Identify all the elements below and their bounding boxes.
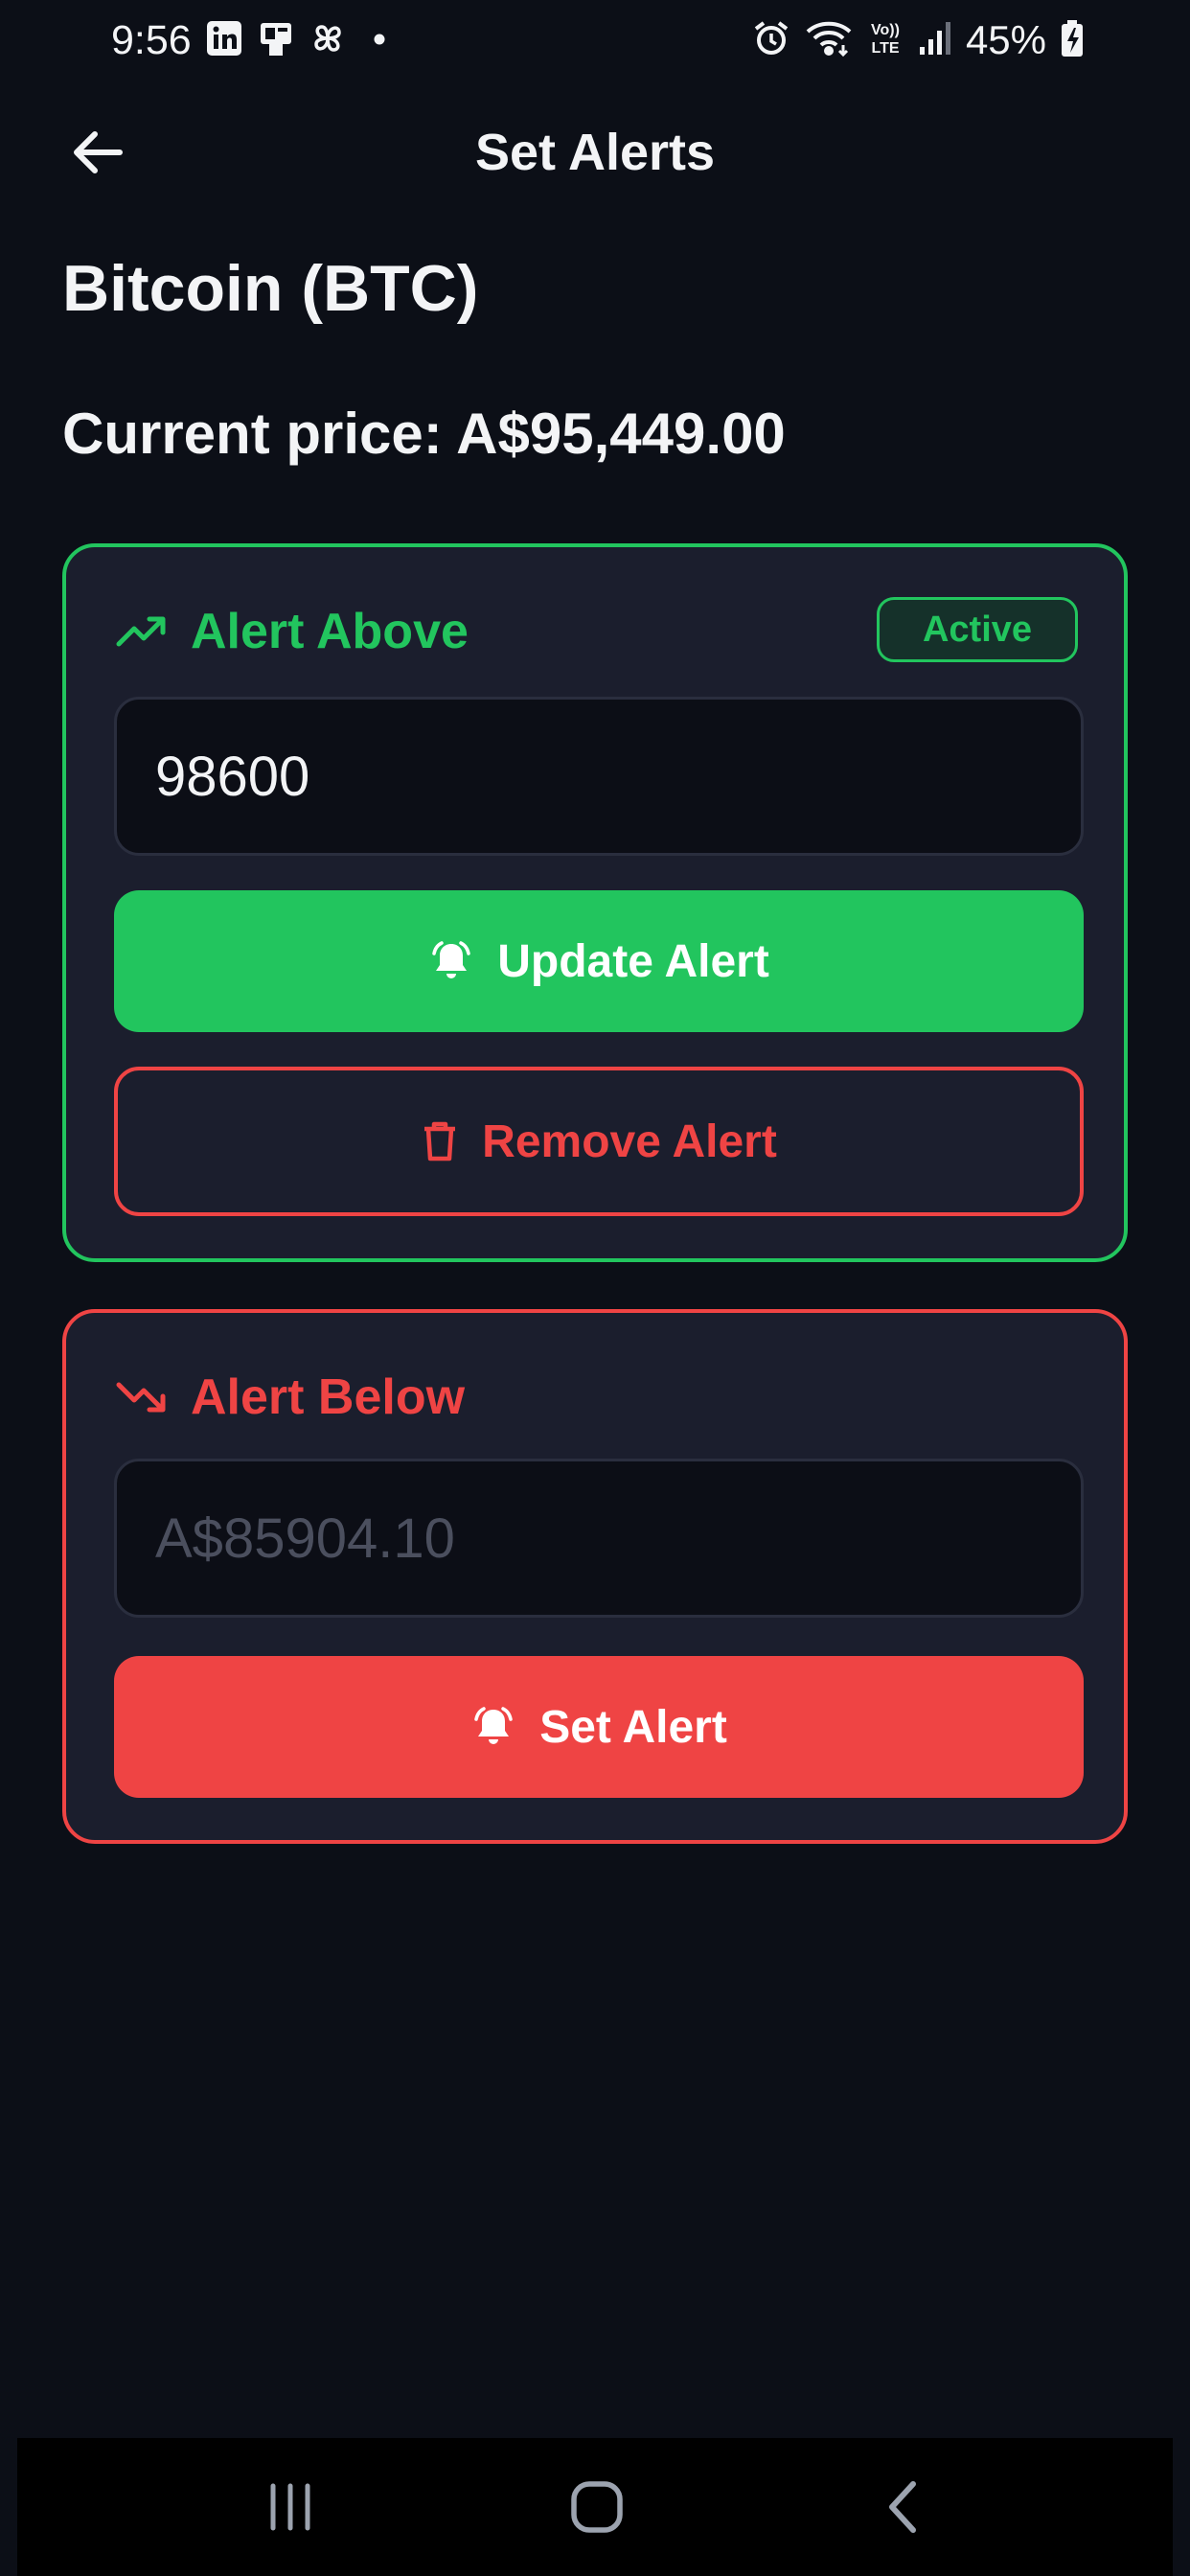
bell-icon [432, 941, 470, 978]
update-alert-button[interactable]: Update Alert [114, 890, 1084, 1032]
back-icon [889, 2481, 916, 2533]
sim-app-icon [257, 19, 295, 62]
signal-icon [918, 18, 952, 63]
alert-above-card: Alert Above Active Update Alert Remove A… [62, 543, 1128, 1262]
status-icons-left [205, 19, 399, 62]
alert-below-input[interactable] [114, 1459, 1084, 1618]
status-icons-right: Vo)) LTE 45% [751, 17, 1085, 63]
remove-alert-button[interactable]: Remove Alert [114, 1067, 1084, 1216]
bell-icon [474, 1707, 513, 1744]
trending-up-icon [116, 616, 166, 647]
dot-icon [360, 19, 399, 62]
battery-percent: 45% [965, 17, 1046, 62]
asset-name: Bitcoin (BTC) [62, 252, 479, 325]
alert-above-input[interactable] [114, 697, 1084, 856]
set-alert-button[interactable]: Set Alert [114, 1656, 1084, 1798]
wifi-icon [805, 18, 853, 63]
alert-below-card: Alert Below Set Alert [62, 1309, 1128, 1844]
home-button[interactable] [554, 2472, 640, 2542]
alarm-icon [751, 18, 791, 63]
recents-icon [270, 2483, 310, 2531]
remove-alert-label: Remove Alert [482, 1116, 777, 1167]
trending-down-icon [116, 1382, 166, 1413]
alert-above-header: Alert Above [116, 603, 469, 660]
linkedin-icon [205, 19, 243, 62]
current-price: Current price: A$95,449.00 [62, 402, 786, 466]
recents-button[interactable] [247, 2472, 333, 2542]
nav-back-button[interactable] [860, 2472, 947, 2542]
page-title: Set Alerts [474, 124, 716, 181]
set-alert-label: Set Alert [539, 1701, 727, 1753]
volte-icon: Vo)) LTE [866, 18, 904, 63]
battery-charging-icon [1060, 18, 1085, 63]
svg-text:Vo)): Vo)) [871, 22, 900, 38]
trash-icon [424, 1121, 456, 1162]
update-alert-label: Update Alert [497, 935, 769, 987]
alert-below-title: Alert Below [191, 1369, 466, 1425]
pinwheel-icon [309, 19, 347, 62]
status-time: 9:56 [111, 17, 192, 63]
alert-above-title: Alert Above [191, 604, 469, 659]
home-icon [571, 2481, 623, 2533]
svg-text:LTE: LTE [871, 40, 899, 57]
alert-below-header: Alert Below [116, 1368, 465, 1426]
system-nav-bar [17, 2438, 1173, 2576]
status-badge: Active [877, 597, 1078, 662]
